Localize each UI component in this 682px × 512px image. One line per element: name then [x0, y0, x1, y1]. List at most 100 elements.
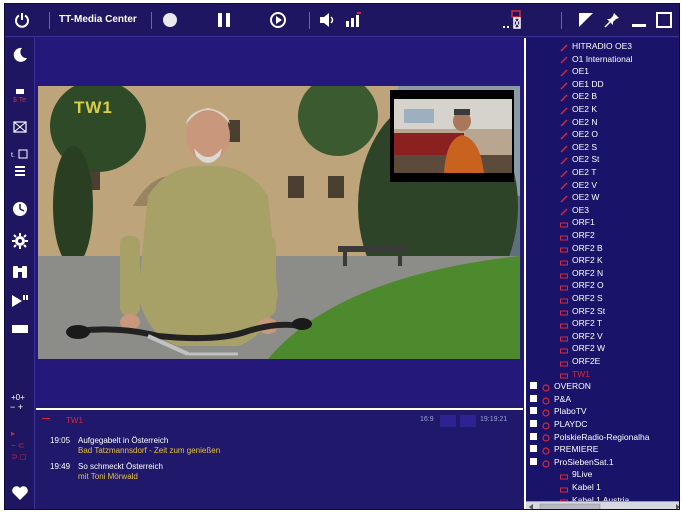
channel-item[interactable]: ORF2 St — [560, 305, 605, 317]
clock-icon[interactable] — [9, 200, 31, 218]
channel-label: ORF2 K — [572, 255, 603, 266]
expand-icon[interactable] — [530, 407, 537, 415]
radio-icon — [560, 43, 568, 52]
pin-icon[interactable] — [601, 10, 623, 30]
channel-item[interactable]: OE2 K — [560, 103, 597, 115]
settings-gear-icon[interactable] — [9, 232, 31, 250]
radio-icon — [560, 106, 568, 115]
maximize-icon[interactable] — [653, 10, 675, 30]
radio-icon — [560, 181, 568, 190]
channel-item[interactable]: OVERON — [530, 380, 591, 392]
channel-item[interactable]: OE2 St — [560, 153, 599, 165]
channel-item[interactable]: ORF2 O — [560, 279, 604, 291]
pause-button[interactable] — [213, 10, 235, 30]
epg-title: So schmeckt Österreich — [78, 462, 163, 471]
channel-label: OE2 St — [572, 154, 600, 165]
channel-label: OE2 W — [572, 192, 600, 203]
expand-icon[interactable] — [530, 445, 537, 453]
equalizer-icon[interactable] — [343, 10, 365, 30]
channel-item[interactable]: PlaboTV — [530, 405, 587, 417]
channel-item[interactable]: OE2 V — [560, 179, 597, 191]
power-icon[interactable] — [11, 10, 33, 30]
epg-entry[interactable]: 19:49 So schmeckt Österreich mit Toni Mör… — [50, 462, 163, 482]
tv-icon — [560, 232, 568, 241]
expand-icon[interactable] — [530, 420, 537, 427]
app-window: TT-Media Center $ Te t. +0+ − + ▸ − ⊂ ⊃ … — [4, 3, 680, 510]
channel-item[interactable]: O1 International — [560, 53, 632, 65]
left-sidebar: $ Te t. +0+ − + ▸ − ⊂ ⊃ ◻ — [5, 38, 35, 509]
epg-entry[interactable]: 19:05 Aufgegabelt in Österreich Bad Tatzm… — [50, 436, 220, 456]
channel-item[interactable]: PLAYDC — [530, 418, 587, 430]
epg-panel: TW1 16:9 19:19:21 19:05 Aufgegabelt in Ös… — [36, 408, 523, 509]
channel-item[interactable]: ORF2 — [560, 229, 595, 241]
channel-item[interactable]: ORF2E — [560, 355, 600, 367]
app-title: TT-Media Center — [59, 14, 137, 25]
volume-icon[interactable] — [317, 10, 339, 30]
channel-item[interactable]: OE1 DD — [560, 78, 604, 90]
channel-item[interactable]: ORF1 — [560, 216, 595, 228]
channel-item[interactable]: ORF2 K — [560, 254, 603, 266]
channel-item[interactable]: PREMIERE — [530, 443, 598, 455]
audio-channel-icon[interactable]: ▸ − ⊂ ⊃ ◻ — [9, 429, 31, 461]
channel-item[interactable]: P&A — [530, 393, 571, 405]
channel-item[interactable]: TW1 — [560, 368, 590, 380]
channel-item[interactable]: ORF2 T — [560, 317, 602, 329]
aspect-icon[interactable] — [575, 10, 597, 30]
list-icon[interactable] — [9, 162, 31, 180]
channel-item[interactable]: OE1 — [560, 65, 589, 77]
channel-item[interactable]: OE3 — [560, 204, 589, 216]
channel-item[interactable]: ORF2 N — [560, 267, 603, 279]
collapse-icon[interactable] — [530, 457, 537, 465]
channel-label: PlaboTV — [554, 406, 587, 417]
radio-icon — [560, 55, 568, 64]
channel-label: OVERON — [554, 381, 591, 392]
channel-item[interactable]: PolskieRadio-Regionalha — [530, 431, 649, 443]
channel-item[interactable]: ORF2 V — [560, 330, 603, 342]
tv-icon — [560, 282, 568, 291]
play-button[interactable] — [267, 10, 289, 30]
video-panel: TW1 — [36, 38, 523, 406]
favorite-heart-icon[interactable] — [9, 484, 31, 502]
channel-label: OE2 O — [572, 129, 598, 140]
channel-item[interactable]: OE2 W — [560, 191, 599, 203]
channel-item[interactable]: ProSiebenSat.1 — [530, 456, 614, 468]
channel-item[interactable]: OE2 T — [560, 166, 596, 178]
expand-icon[interactable] — [530, 432, 537, 440]
epg-clock: 19:19:21 — [480, 416, 508, 423]
minimize-icon[interactable] — [629, 10, 649, 30]
screen-bar-icon[interactable] — [9, 320, 31, 338]
satellite-icon — [542, 408, 550, 417]
channel-item[interactable]: ORF2 S — [560, 292, 603, 304]
channel-item[interactable]: ORF2 W — [560, 342, 605, 354]
channel-item[interactable]: OE2 O — [560, 128, 598, 140]
tv-video-frame[interactable]: TW1 — [38, 86, 520, 359]
satellite-icon — [542, 421, 550, 430]
tv-icon — [560, 295, 568, 304]
channel-label: OE1 — [572, 66, 590, 77]
channel-item[interactable]: ORF2 B — [560, 242, 603, 254]
expand-icon[interactable] — [530, 394, 537, 402]
timeshift-play-icon[interactable] — [9, 292, 31, 310]
picture-in-picture[interactable] — [390, 90, 514, 182]
minus-icon — [42, 418, 50, 419]
channel-item[interactable]: HITRADIO OE3 — [560, 40, 632, 52]
pip-toggle-icon[interactable] — [501, 10, 525, 30]
epg-box-2 — [460, 415, 476, 427]
record-button[interactable] — [159, 10, 181, 30]
channel-item[interactable]: OE2 N — [560, 116, 598, 128]
channel-item[interactable]: OE2 S — [560, 141, 597, 153]
tv-icon — [560, 257, 568, 266]
mail-icon[interactable] — [9, 118, 31, 136]
binoculars-icon[interactable] — [9, 262, 31, 280]
channel-item[interactable]: 9Live — [560, 468, 592, 480]
channel-item[interactable]: OE2 B — [560, 90, 597, 102]
sleep-moon-icon[interactable] — [9, 46, 31, 64]
horizontal-scrollbar[interactable] — [526, 501, 679, 509]
tv-icon — [560, 244, 568, 253]
expand-icon[interactable] — [530, 382, 537, 390]
channel-item[interactable]: Kabel 1 — [560, 481, 601, 493]
channel-updown-icon[interactable]: +0+ − + — [9, 393, 31, 412]
channel-label: ORF2 W — [572, 343, 606, 354]
tv-icon — [560, 270, 568, 279]
record-list-icon[interactable]: $ Te — [9, 88, 31, 106]
